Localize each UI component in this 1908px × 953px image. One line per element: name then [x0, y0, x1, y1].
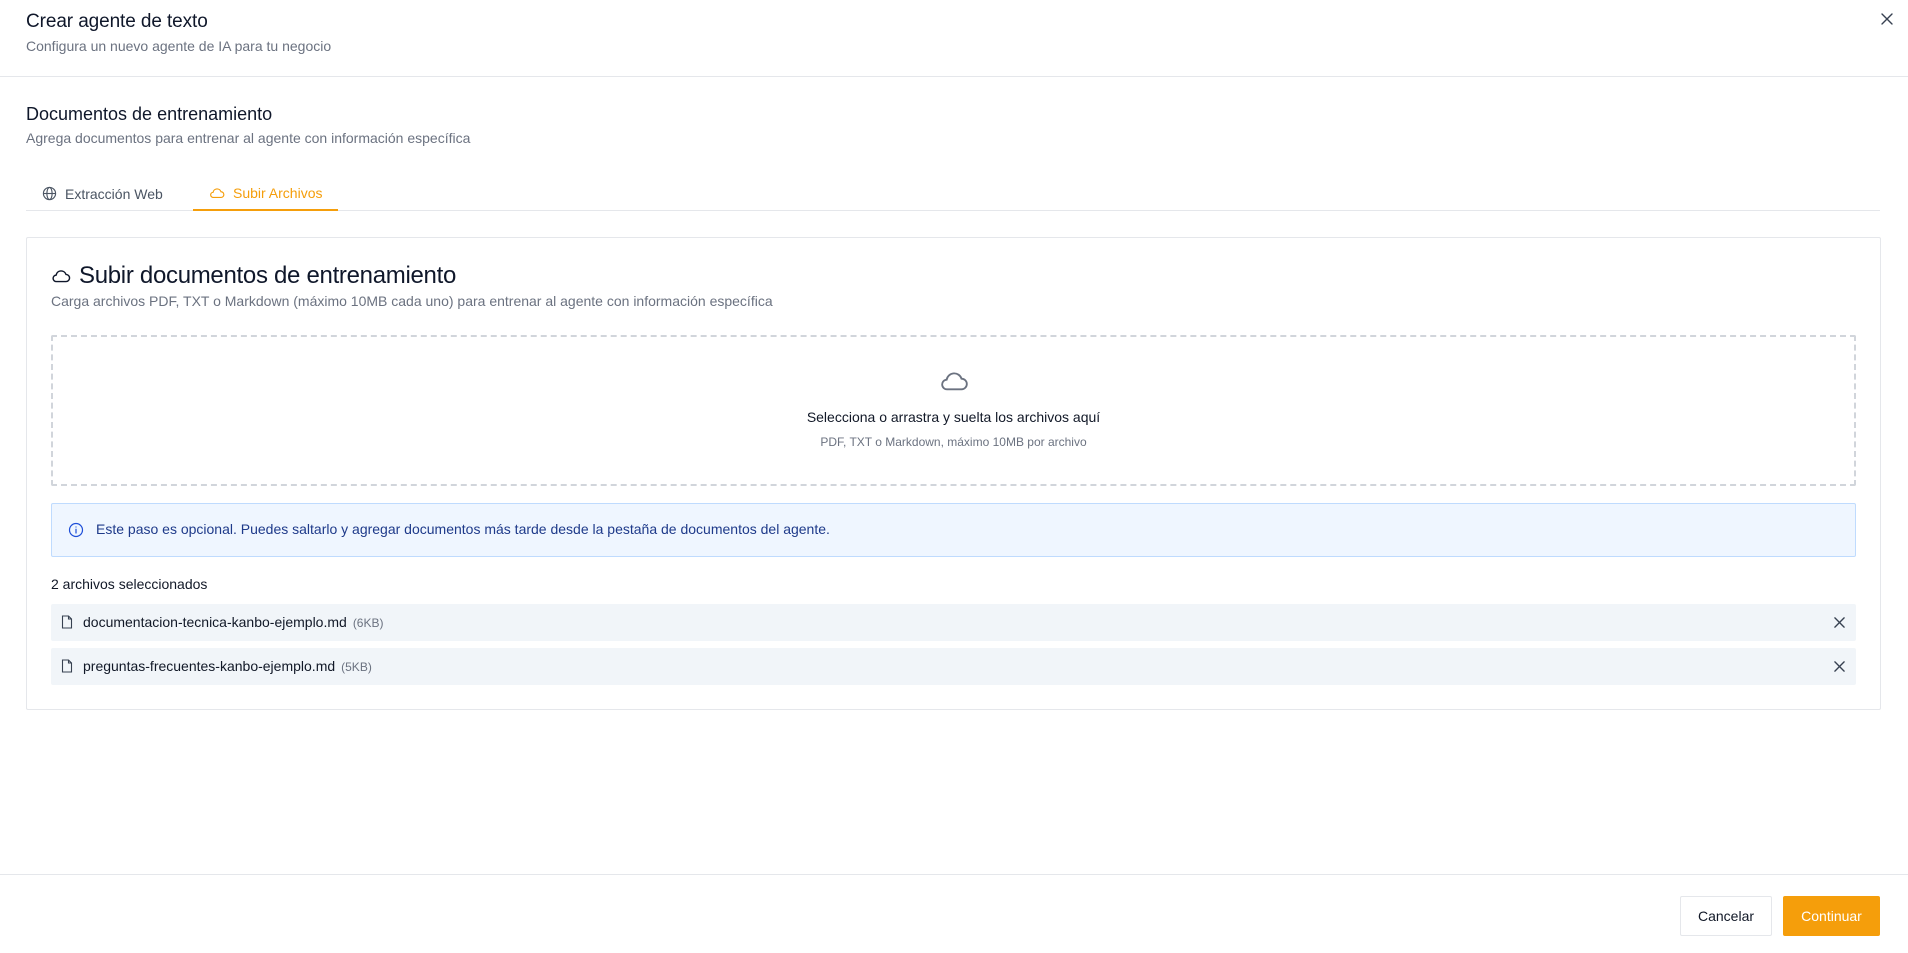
remove-file-button[interactable] [1830, 657, 1848, 675]
dialog-subtitle: Configura un nuevo agente de IA para tu … [26, 38, 332, 54]
file-name: documentacion-tecnica-kanbo-ejemplo.md (6… [83, 614, 384, 630]
file-dropzone[interactable]: Selecciona o arrastra y suelta los archi… [51, 335, 1856, 486]
upload-card-title: Subir documentos de entrenamiento [79, 262, 457, 289]
dialog-title: Crear agente de texto [26, 11, 208, 32]
close-icon [1881, 13, 1893, 25]
cloud-icon [210, 187, 225, 198]
files-count: 2 archivos seleccionados [51, 576, 208, 592]
file-icon [61, 659, 73, 673]
upload-card-subtitle: Carga archivos PDF, TXT o Markdown (máxi… [51, 293, 773, 309]
tab-bar: Extracción Web Subir Archivos [26, 176, 1880, 211]
info-icon [68, 522, 84, 538]
cloud-icon [52, 270, 71, 283]
tab-web-extraction[interactable]: Extracción Web [42, 176, 163, 211]
tab-web-extraction-label: Extracción Web [65, 185, 163, 202]
file-name-text: preguntas-frecuentes-kanbo-ejemplo.md [83, 658, 336, 674]
dialog-header: Crear agente de texto Configura un nuevo… [0, 0, 1908, 77]
file-size: (6KB) [352, 616, 384, 630]
close-button[interactable] [1878, 10, 1896, 28]
file-size: (5KB) [341, 660, 372, 674]
close-icon [1833, 660, 1845, 672]
file-list-item: documentacion-tecnica-kanbo-ejemplo.md (6… [51, 604, 1856, 641]
file-name: preguntas-frecuentes-kanbo-ejemplo.md (5K… [83, 658, 372, 674]
file-name-text: documentacion-tecnica-kanbo-ejemplo.md [83, 614, 347, 630]
section-subtitle: Agrega documentos para entrenar al agent… [26, 130, 471, 146]
upload-card: Subir documentos de entrenamiento Carga … [26, 237, 1881, 710]
continue-button[interactable]: Continuar [1783, 896, 1880, 936]
info-alert: Este paso es opcional. Puedes saltarlo y… [51, 503, 1856, 557]
file-list-item: preguntas-frecuentes-kanbo-ejemplo.md (5K… [51, 648, 1856, 685]
remove-file-button[interactable] [1830, 613, 1848, 631]
dialog-footer: Cancelar Continuar [0, 874, 1908, 953]
upload-card-header: Subir documentos de entrenamiento [51, 262, 456, 290]
file-icon [61, 615, 73, 629]
dropzone-hint: PDF, TXT o Markdown, máximo 10MB por arc… [820, 435, 1087, 449]
tab-upload-files[interactable]: Subir Archivos [193, 176, 339, 211]
cancel-button[interactable]: Cancelar [1680, 896, 1772, 936]
info-alert-text: Este paso es opcional. Puedes saltarlo y… [96, 521, 830, 537]
section-title: Documentos de entrenamiento [26, 104, 273, 124]
dropzone-title: Selecciona o arrastra y suelta los archi… [806, 409, 1101, 425]
cloud-icon [941, 372, 968, 391]
globe-icon [42, 186, 57, 201]
close-icon [1833, 616, 1845, 628]
tab-upload-files-label: Subir Archivos [233, 184, 323, 201]
